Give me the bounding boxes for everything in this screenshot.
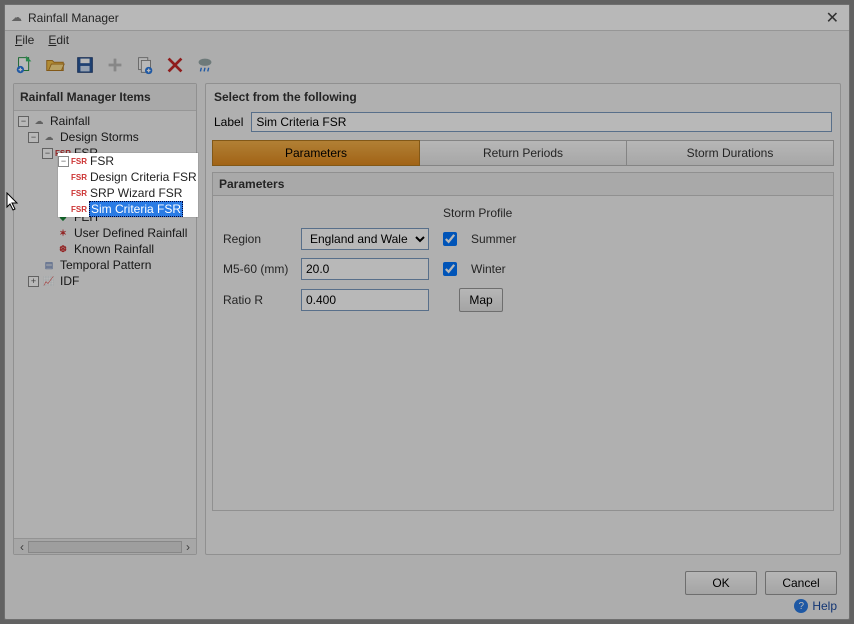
cursor-icon bbox=[6, 192, 22, 212]
tree-header: Rainfall Manager Items bbox=[14, 84, 196, 111]
known-rainfall-icon: ❆ bbox=[55, 242, 71, 256]
fsr-icon: FSR bbox=[71, 202, 87, 216]
tab-return-periods[interactable]: Return Periods bbox=[420, 140, 627, 166]
tree-item-sim-criteria-fsr[interactable]: FSRSim Criteria FSR bbox=[58, 201, 198, 217]
active-tree-highlight: −FSRFSR FSRDesign Criteria FSR FSRSRP Wi… bbox=[58, 153, 198, 217]
tab-parameters[interactable]: Parameters bbox=[212, 140, 420, 166]
toolbar bbox=[5, 49, 849, 83]
label-field-label: Label bbox=[214, 115, 243, 129]
summer-checkbox[interactable] bbox=[443, 232, 457, 246]
scroll-left-icon[interactable]: ‹ bbox=[16, 540, 28, 554]
m560-label: M5-60 (mm) bbox=[223, 262, 293, 276]
menubar: File Edit bbox=[5, 31, 849, 49]
app-icon: ☁ bbox=[11, 11, 22, 24]
ratio-label: Ratio R bbox=[223, 293, 293, 307]
tree-item-temporal-pattern[interactable]: ▤Temporal Pattern bbox=[14, 257, 196, 273]
fsr-icon: FSR bbox=[71, 154, 87, 168]
toolbar-new-button[interactable] bbox=[13, 53, 37, 77]
detail-header: Select from the following bbox=[206, 84, 840, 110]
parameters-body: Storm Profile Region England and Wales S… bbox=[212, 195, 834, 511]
winter-label: Winter bbox=[471, 262, 823, 276]
winter-checkbox[interactable] bbox=[443, 262, 457, 276]
temporal-icon: ▤ bbox=[41, 258, 57, 272]
toolbar-delete-button[interactable] bbox=[163, 53, 187, 77]
region-label: Region bbox=[223, 232, 293, 246]
tabstrip: Parameters Return Periods Storm Duration… bbox=[212, 140, 834, 166]
tree-item-fsr[interactable]: −FSRFSR bbox=[58, 153, 198, 169]
toolbar-save-button[interactable] bbox=[73, 53, 97, 77]
summer-label: Summer bbox=[471, 232, 823, 246]
cancel-button[interactable]: Cancel bbox=[765, 571, 837, 595]
region-select[interactable]: England and Wales bbox=[301, 228, 429, 250]
toolbar-rainfall-icon[interactable] bbox=[193, 53, 217, 77]
detail-panel: Select from the following Label Paramete… bbox=[205, 83, 841, 555]
scroll-track[interactable] bbox=[28, 541, 182, 553]
tree-item-rainfall[interactable]: −☁Rainfall bbox=[14, 113, 196, 129]
tree-item-design-criteria-fsr[interactable]: FSRDesign Criteria FSR bbox=[58, 169, 198, 185]
tree-item-idf[interactable]: +📈IDF bbox=[14, 273, 196, 289]
toolbar-open-button[interactable] bbox=[43, 53, 67, 77]
toolbar-copy-button[interactable] bbox=[133, 53, 157, 77]
menu-file[interactable]: File bbox=[15, 33, 34, 47]
rainfall-manager-window: ☁ Rainfall Manager ✕ File Edit Rainfall … bbox=[4, 4, 850, 620]
tab-storm-durations[interactable]: Storm Durations bbox=[627, 140, 834, 166]
cloud-icon: ☁ bbox=[41, 130, 57, 144]
scroll-right-icon[interactable]: › bbox=[182, 540, 194, 554]
label-input[interactable] bbox=[251, 112, 832, 132]
ratio-input[interactable] bbox=[301, 289, 429, 311]
fsr-icon: FSR bbox=[71, 186, 87, 200]
help-link[interactable]: ? Help bbox=[794, 599, 837, 613]
tree-horizontal-scrollbar[interactable]: ‹ › bbox=[14, 538, 196, 554]
dialog-footer: OK Cancel ? Help bbox=[5, 563, 849, 619]
idf-icon: 📈 bbox=[41, 274, 57, 288]
tree-item-srp-wizard-fsr[interactable]: FSRSRP Wizard FSR bbox=[58, 185, 198, 201]
titlebar: ☁ Rainfall Manager ✕ bbox=[5, 5, 849, 31]
m560-input[interactable] bbox=[301, 258, 429, 280]
close-button[interactable]: ✕ bbox=[822, 8, 843, 28]
tree-item-known-rainfall[interactable]: ❆Known Rainfall bbox=[14, 241, 196, 257]
help-icon: ? bbox=[794, 599, 808, 613]
tree-item-user-defined-rainfall[interactable]: ✶User Defined Rainfall bbox=[14, 225, 196, 241]
map-button[interactable]: Map bbox=[459, 288, 503, 312]
tree-item-design-storms[interactable]: −☁Design Storms bbox=[14, 129, 196, 145]
ok-button[interactable]: OK bbox=[685, 571, 757, 595]
storm-profile-label: Storm Profile bbox=[439, 206, 823, 220]
parameters-subheader: Parameters bbox=[212, 172, 834, 195]
fsr-icon: FSR bbox=[71, 170, 87, 184]
rain-icon: ☁ bbox=[31, 114, 47, 128]
toolbar-add-button[interactable] bbox=[103, 53, 127, 77]
user-rainfall-icon: ✶ bbox=[55, 226, 71, 240]
menu-edit[interactable]: Edit bbox=[48, 33, 69, 47]
window-title: Rainfall Manager bbox=[28, 11, 119, 25]
